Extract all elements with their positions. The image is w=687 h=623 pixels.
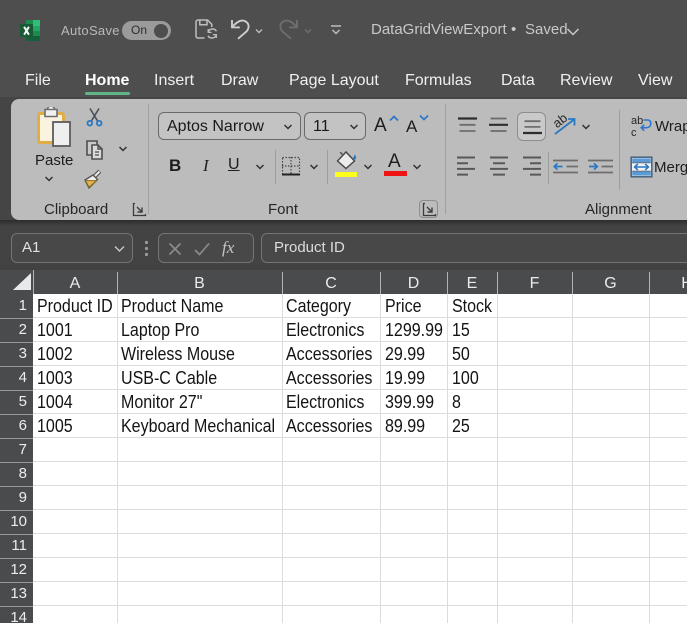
svg-text:ab: ab — [631, 115, 643, 127]
svg-text:c: c — [631, 127, 637, 137]
